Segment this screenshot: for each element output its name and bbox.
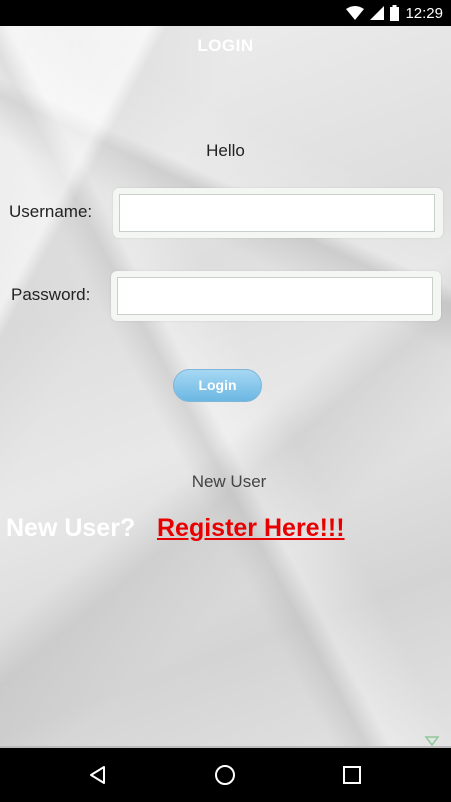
password-field-container [111, 271, 441, 321]
greeting-text: Hello [206, 141, 245, 160]
username-field-container [113, 188, 443, 238]
signal-icon [370, 6, 385, 20]
back-icon[interactable] [86, 763, 110, 787]
password-input[interactable] [117, 277, 433, 315]
login-button[interactable]: Login [173, 369, 262, 402]
username-label: Username: [9, 202, 93, 221]
navigation-bar [0, 748, 451, 802]
wifi-icon [346, 6, 365, 20]
register-link[interactable]: Register Here!!! [157, 514, 345, 543]
page-title: LOGIN [197, 36, 254, 55]
status-icons: 12:29 [346, 4, 443, 22]
battery-icon [390, 5, 400, 21]
recents-icon[interactable] [340, 763, 364, 787]
new-user-prompt: New User? [6, 514, 136, 542]
home-icon[interactable] [213, 763, 237, 787]
login-screen: LOGIN Hello Username: Password: Login Ne… [0, 26, 451, 748]
heart-icon [424, 736, 440, 747]
password-label: Password: [11, 285, 91, 304]
new-user-text: New User [191, 472, 267, 491]
username-input[interactable] [119, 194, 435, 232]
status-bar: 12:29 [0, 0, 451, 26]
status-time: 12:29 [405, 4, 443, 22]
